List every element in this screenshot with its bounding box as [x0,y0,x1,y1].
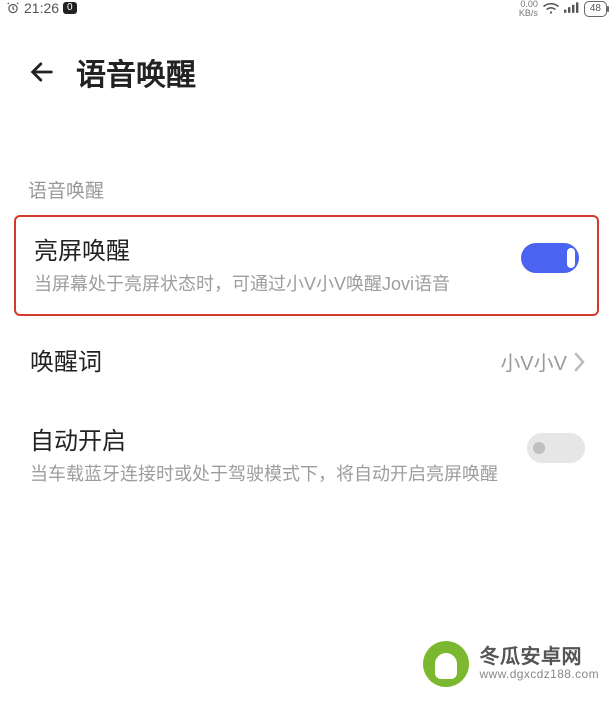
back-icon[interactable] [28,58,56,86]
screen-wake-toggle[interactable] [521,243,579,273]
auto-on-desc: 当车载蓝牙连接时或处于驾驶模式下，将自动开启亮屏唤醒 [30,462,511,486]
network-speed: 0.00 KB/s [519,0,538,19]
watermark-logo-icon [423,641,469,687]
status-time: 21:26 [24,0,59,16]
title-bar: 语音唤醒 [0,24,613,106]
watermark-text-cn: 冬瓜安卓网 [479,647,599,668]
battery-indicator: 48 [584,1,607,17]
wakeword-value: 小V小V [500,347,567,376]
net-speed-unit: KB/s [519,9,538,18]
status-left: 21:26 0 [6,0,77,16]
watermark: 冬瓜安卓网 www.dgxcdz188.com [423,641,599,687]
highlight-box: 亮屏唤醒 当屏幕处于亮屏状态时，可通过小V小V唤醒Jovi语音 [14,215,599,316]
alarm-icon [6,1,20,15]
status-bar: 21:26 0 0.00 KB/s 48 [0,0,613,24]
wifi-icon [542,1,560,18]
screen-wake-desc: 当屏幕处于亮屏状态时，可通过小V小V唤醒Jovi语音 [34,272,505,296]
chevron-right-icon [573,352,585,372]
page-title: 语音唤醒 [76,50,196,94]
watermark-text-en: www.dgxcdz188.com [479,668,599,681]
signal-icon [564,1,580,18]
wakeword-title: 唤醒词 [30,342,484,377]
status-right: 0.00 KB/s 48 [519,0,607,19]
auto-on-title: 自动开启 [30,421,511,456]
screen-wake-title: 亮屏唤醒 [34,231,505,266]
row-wakeword[interactable]: 唤醒词 小V小V [0,316,613,403]
row-screen-wake[interactable]: 亮屏唤醒 当屏幕处于亮屏状态时，可通过小V小V唤醒Jovi语音 [16,217,597,314]
auto-on-toggle[interactable] [527,433,585,463]
row-auto-on[interactable]: 自动开启 当车载蓝牙连接时或处于驾驶模式下，将自动开启亮屏唤醒 [0,403,613,506]
section-header: 语音唤醒 [0,106,613,215]
status-badge: 0 [63,2,77,14]
